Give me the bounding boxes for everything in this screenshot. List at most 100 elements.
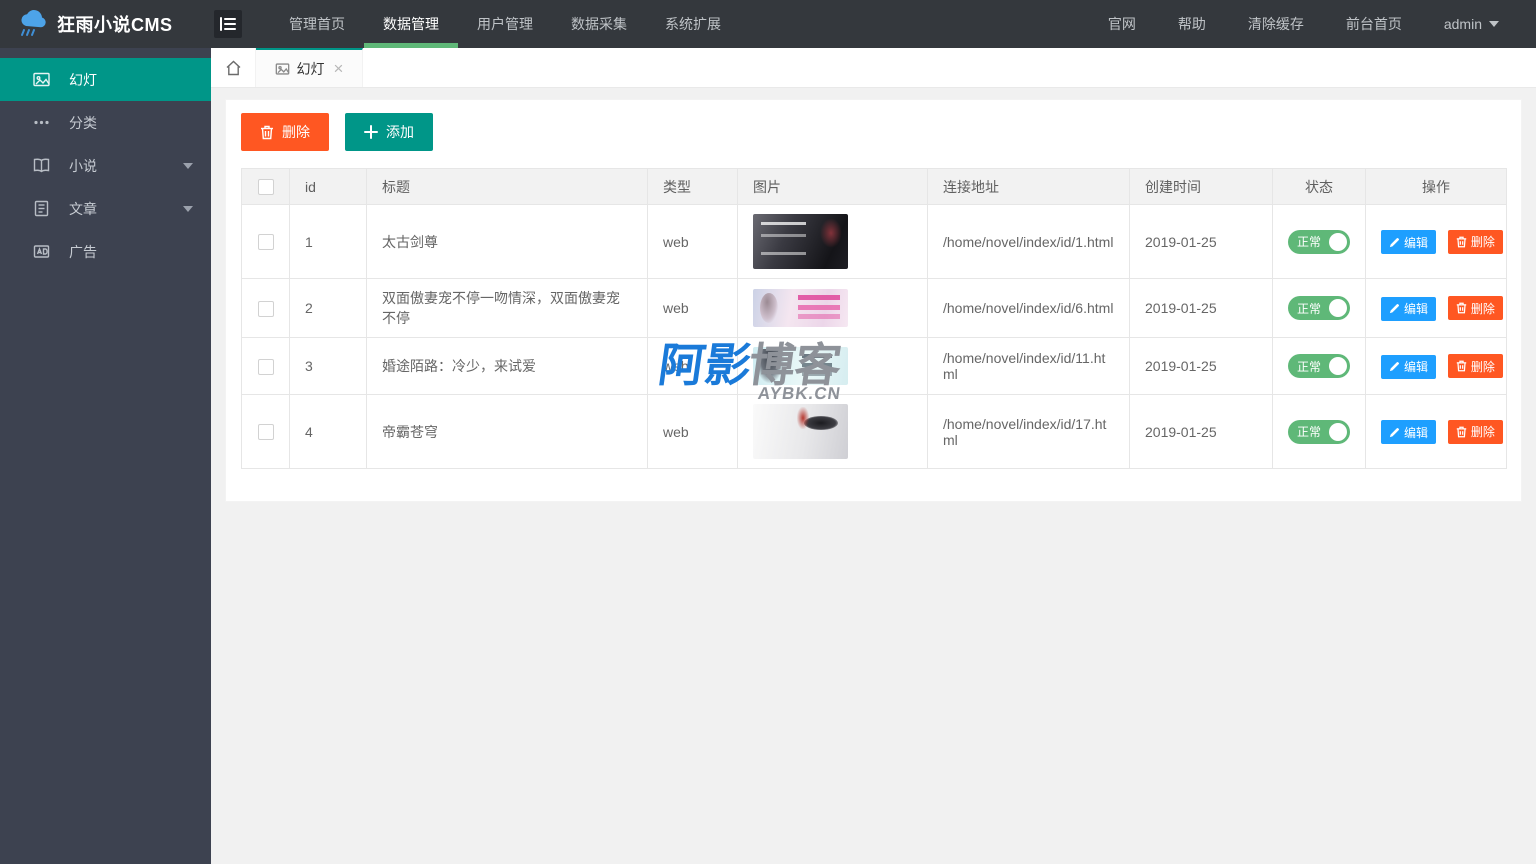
trash-icon bbox=[1456, 302, 1467, 314]
edit-button-label: 编辑 bbox=[1404, 425, 1429, 440]
row-delete-button[interactable]: 删除 bbox=[1447, 296, 1503, 321]
edit-button-label: 编辑 bbox=[1404, 302, 1429, 317]
edit-button[interactable]: 编辑 bbox=[1381, 296, 1437, 321]
row-link: /home/novel/index/id/17.html bbox=[927, 394, 1130, 470]
edit-button-label: 编辑 bbox=[1404, 360, 1429, 375]
trash-icon bbox=[260, 125, 274, 140]
row-created-date: 2019-01-25 bbox=[1129, 278, 1273, 339]
row-checkbox[interactable] bbox=[257, 234, 274, 251]
trash-icon bbox=[1456, 236, 1467, 248]
chevron-down-icon bbox=[183, 205, 193, 212]
toggle-knob bbox=[1329, 232, 1347, 251]
status-toggle[interactable]: 正常 bbox=[1288, 419, 1350, 444]
toggle-knob bbox=[1329, 422, 1347, 441]
image-icon bbox=[275, 62, 290, 76]
sidebar-item-articles[interactable]: 文章 bbox=[0, 187, 211, 230]
user-dropdown[interactable]: admin bbox=[1423, 0, 1520, 48]
tab-bar: 幻灯 × bbox=[211, 48, 1536, 88]
trash-icon bbox=[1456, 426, 1467, 438]
caret-down-icon bbox=[1489, 21, 1499, 27]
edit-button-label: 编辑 bbox=[1404, 235, 1429, 250]
article-icon bbox=[33, 200, 50, 217]
nav-item-help[interactable]: 帮助 bbox=[1157, 0, 1227, 48]
edit-button[interactable]: 编辑 bbox=[1381, 420, 1437, 445]
row-delete-button[interactable]: 删除 bbox=[1447, 419, 1503, 444]
slides-table: id 标题 类型 图片 连接地址 创建时间 状态 操作 1 太古剑尊 web /… bbox=[241, 167, 1507, 470]
main-menu: 管理首页 数据管理 用户管理 数据采集 系统扩展 bbox=[270, 0, 740, 48]
add-button[interactable]: 添加 bbox=[345, 113, 433, 151]
row-checkbox[interactable] bbox=[257, 358, 274, 375]
home-tab-button[interactable] bbox=[211, 48, 256, 87]
sidebar: 幻灯 分类 小说 文章 广告 bbox=[0, 48, 211, 864]
row-link: /home/novel/index/id/6.html bbox=[927, 278, 1130, 339]
sidebar-item-label: 文章 bbox=[69, 200, 97, 217]
sidebar-item-novels[interactable]: 小说 bbox=[0, 144, 211, 187]
chevron-down-icon bbox=[183, 162, 193, 169]
trash-icon bbox=[1456, 360, 1467, 372]
sidebar-item-label: 幻灯 bbox=[69, 71, 97, 88]
rain-cloud-icon bbox=[18, 10, 48, 38]
row-delete-button[interactable]: 删除 bbox=[1447, 354, 1503, 379]
status-toggle[interactable]: 正常 bbox=[1288, 296, 1350, 321]
status-toggle[interactable]: 正常 bbox=[1288, 354, 1350, 379]
column-header-link: 连接地址 bbox=[927, 167, 1130, 206]
app-title: 狂雨小说CMS bbox=[57, 15, 173, 35]
table-header-row: id 标题 类型 图片 连接地址 创建时间 状态 操作 bbox=[241, 167, 1507, 206]
row-title: 婚途陌路：冷少，来试爱 bbox=[366, 337, 648, 396]
main-content: 幻灯 × 删除 添加 id 标题 类型 图片 连接地址 创建时间 状态 操作 1… bbox=[211, 48, 1536, 864]
sidebar-item-slides[interactable]: 幻灯 bbox=[0, 58, 211, 101]
row-link: /home/novel/index/id/11.html bbox=[927, 337, 1130, 396]
table-row: 2 双面傲妻宠不停一吻情深，双面傲妻宠不停 web /home/novel/in… bbox=[241, 278, 1507, 339]
column-header-id: id bbox=[289, 167, 367, 206]
row-created-date: 2019-01-25 bbox=[1129, 204, 1273, 280]
edit-button[interactable]: 编辑 bbox=[1381, 354, 1437, 379]
slide-thumbnail bbox=[753, 214, 848, 270]
row-checkbox[interactable] bbox=[257, 300, 274, 317]
nav-item-clear-cache[interactable]: 清除缓存 bbox=[1227, 0, 1325, 48]
nav-item-data-management[interactable]: 数据管理 bbox=[364, 0, 458, 48]
tab-slides[interactable]: 幻灯 × bbox=[256, 48, 363, 87]
nav-item-official-site[interactable]: 官网 bbox=[1087, 0, 1157, 48]
toggle-knob bbox=[1329, 357, 1347, 376]
slide-thumbnail bbox=[753, 289, 848, 328]
pencil-icon bbox=[1389, 303, 1400, 314]
nav-item-data-collection[interactable]: 数据采集 bbox=[552, 0, 646, 48]
row-id: 1 bbox=[289, 204, 367, 280]
nav-item-user-management[interactable]: 用户管理 bbox=[458, 0, 552, 48]
row-link: /home/novel/index/id/1.html bbox=[927, 204, 1130, 280]
close-icon[interactable]: × bbox=[334, 60, 344, 77]
sidebar-item-label: 广告 bbox=[69, 243, 97, 260]
ellipsis-icon bbox=[33, 114, 50, 131]
delete-button-label: 删除 bbox=[1470, 359, 1495, 374]
nav-item-admin-home[interactable]: 管理首页 bbox=[270, 0, 364, 48]
collapse-menu-icon[interactable] bbox=[214, 10, 242, 38]
nav-item-system-extension[interactable]: 系统扩展 bbox=[646, 0, 740, 48]
column-header-created: 创建时间 bbox=[1129, 167, 1273, 206]
row-delete-button[interactable]: 删除 bbox=[1447, 229, 1503, 254]
brand: 狂雨小说CMS bbox=[0, 0, 211, 48]
column-header-image: 图片 bbox=[737, 167, 928, 206]
delete-button-label: 删除 bbox=[1470, 425, 1495, 440]
row-title: 太古剑尊 bbox=[366, 204, 648, 280]
edit-button[interactable]: 编辑 bbox=[1381, 230, 1437, 255]
bulk-delete-button[interactable]: 删除 bbox=[241, 113, 329, 151]
row-checkbox[interactable] bbox=[257, 424, 274, 441]
sidebar-item-ads[interactable]: 广告 bbox=[0, 230, 211, 273]
row-type: web bbox=[647, 204, 738, 280]
row-created-date: 2019-01-25 bbox=[1129, 394, 1273, 470]
navbar-right-menu: 官网 帮助 清除缓存 前台首页 admin bbox=[1087, 0, 1520, 48]
row-id: 2 bbox=[289, 278, 367, 339]
row-type: web bbox=[647, 394, 738, 470]
sidebar-item-categories[interactable]: 分类 bbox=[0, 101, 211, 144]
row-id: 3 bbox=[289, 337, 367, 396]
table-row: 3 婚途陌路：冷少，来试爱 web /home/novel/index/id/1… bbox=[241, 337, 1507, 396]
status-label: 正常 bbox=[1297, 359, 1322, 374]
pencil-icon bbox=[1389, 427, 1400, 438]
status-toggle[interactable]: 正常 bbox=[1288, 229, 1350, 254]
column-header-status: 状态 bbox=[1272, 167, 1366, 206]
image-icon bbox=[33, 71, 50, 88]
nav-item-frontend-home[interactable]: 前台首页 bbox=[1325, 0, 1423, 48]
top-navbar: 狂雨小说CMS 管理首页 数据管理 用户管理 数据采集 系统扩展 官网 帮助 清… bbox=[0, 0, 1536, 48]
toolbar: 删除 添加 bbox=[241, 113, 1506, 151]
select-all-checkbox[interactable] bbox=[257, 179, 274, 196]
